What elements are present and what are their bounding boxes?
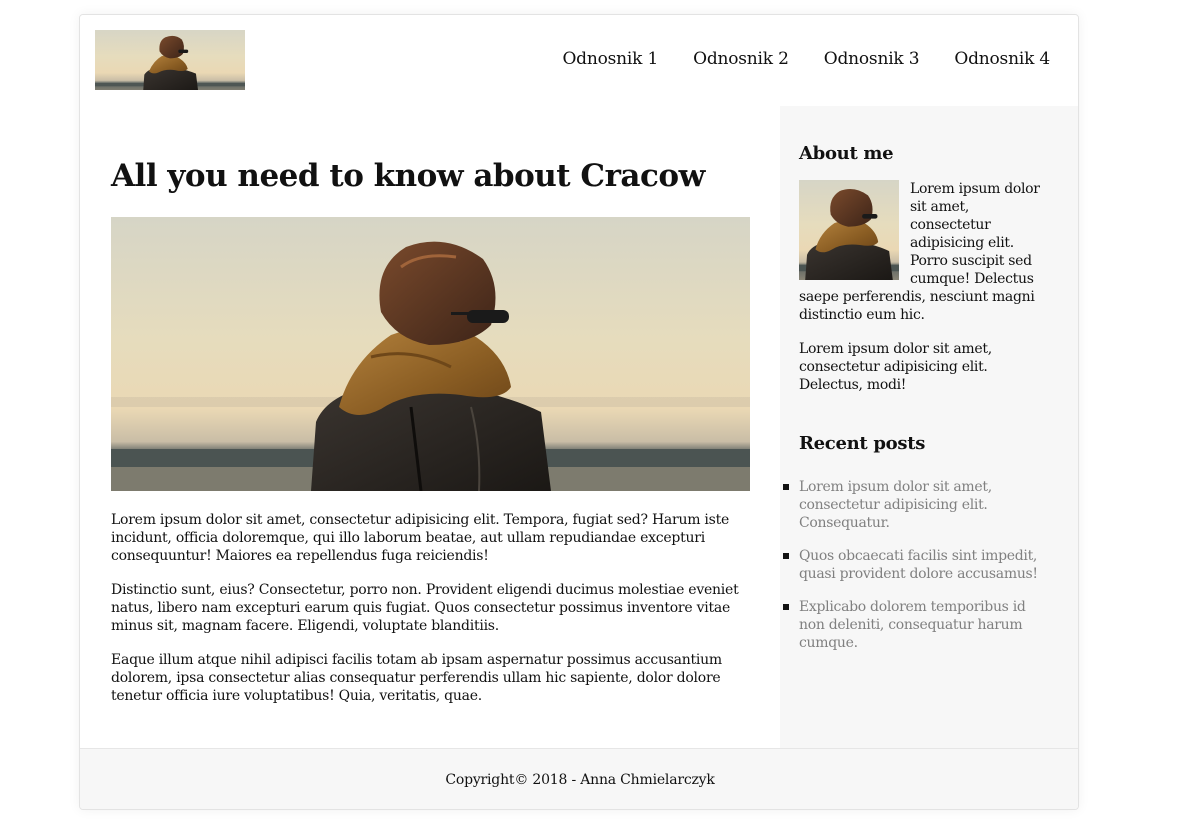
nav-link-3[interactable]: Odnosnik 3: [824, 49, 920, 69]
recent-posts-title: Recent posts: [799, 433, 926, 454]
about-title: About me: [799, 143, 894, 164]
copyright-text: Copyright© 2018 - Anna Chmielarczyk: [445, 772, 715, 788]
hero-image: [111, 217, 750, 491]
square-bullet-icon: [783, 484, 789, 490]
about-photo: [799, 180, 899, 280]
nav-link-1[interactable]: Odnosnik 1: [562, 49, 658, 69]
article-paragraph-3: Eaque illum atque nihil adipisci facilis…: [111, 652, 722, 704]
recent-post-link-3[interactable]: Explicabo dolorem temporibus id non dele…: [799, 599, 1026, 651]
recent-post-link-2[interactable]: Quos obcaecati facilis sint impedit, qua…: [799, 548, 1038, 582]
recent-post-link-1[interactable]: Lorem ipsum dolor sit amet, consectetur …: [799, 479, 992, 531]
site-logo[interactable]: [95, 30, 245, 90]
recent-posts-list: Lorem ipsum dolor sit amet, consectetur …: [783, 478, 1049, 652]
about-photo-icon: [799, 180, 899, 280]
list-item: Quos obcaecati facilis sint impedit, qua…: [783, 547, 1049, 583]
site-footer: Copyright© 2018 - Anna Chmielarczyk: [80, 748, 1078, 809]
logo-photo-icon: [95, 30, 245, 90]
about-text-2: Lorem ipsum dolor sit amet, consectetur …: [799, 341, 992, 393]
nav-link-4[interactable]: Odnosnik 4: [954, 49, 1050, 69]
article: All you need to know about Cracow Lorem …: [111, 154, 751, 705]
main-content: All you need to know about Cracow Lorem …: [80, 106, 780, 748]
sidebar-inner: About me Lorem ipsum dolor sit amet, con…: [783, 142, 1049, 667]
site-header: Odnosnik 1 Odnosnik 2 Odnosnik 3 Odnosni…: [80, 15, 1078, 106]
page-container: Odnosnik 1 Odnosnik 2 Odnosnik 3 Odnosni…: [79, 14, 1079, 810]
article-title: All you need to know about Cracow: [111, 158, 705, 194]
hero-photo-icon: [111, 217, 750, 491]
sidebar: About me Lorem ipsum dolor sit amet, con…: [780, 106, 1078, 748]
square-bullet-icon: [783, 604, 789, 610]
main-nav: Odnosnik 1 Odnosnik 2 Odnosnik 3 Odnosni…: [527, 49, 1050, 69]
list-item: Explicabo dolorem temporibus id non dele…: [783, 598, 1049, 652]
about-section: Lorem ipsum dolor sit amet, consectetur …: [799, 180, 1049, 394]
article-paragraph-1: Lorem ipsum dolor sit amet, consectetur …: [111, 512, 730, 564]
nav-link-2[interactable]: Odnosnik 2: [693, 49, 789, 69]
article-paragraph-2: Distinctio sunt, eius? Consectetur, porr…: [111, 582, 739, 634]
list-item: Lorem ipsum dolor sit amet, consectetur …: [783, 478, 1049, 532]
square-bullet-icon: [783, 553, 789, 559]
